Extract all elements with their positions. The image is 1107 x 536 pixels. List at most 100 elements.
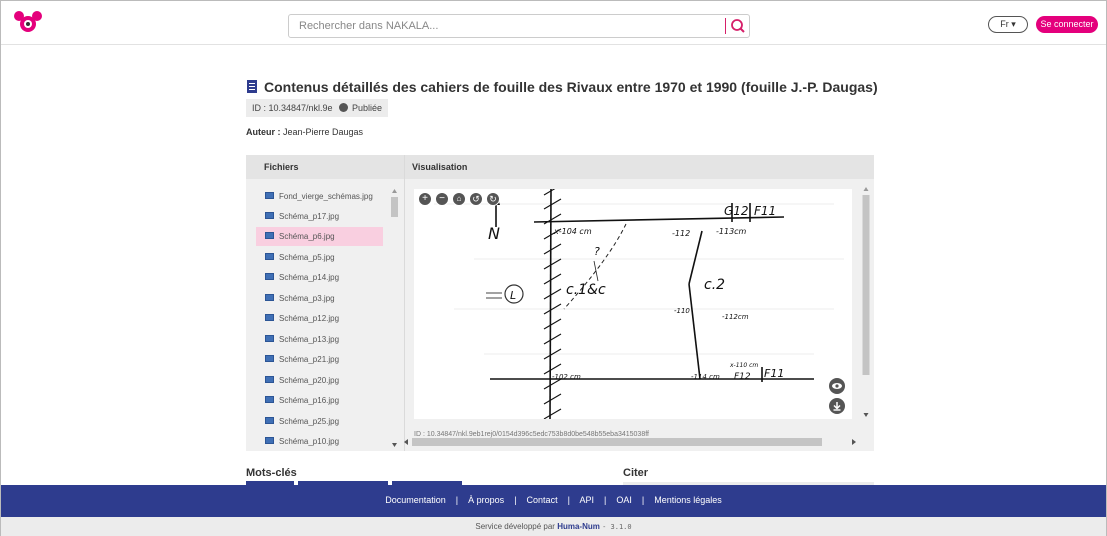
footer: Documentation | À propos | Contact | API… (1, 485, 1106, 517)
panel-divider (404, 155, 405, 451)
sketch-label-f11-top: F11 (754, 204, 776, 218)
image-viewer[interactable]: G12 F11 x-104 cm -112 -113cm c.1&c c.2 ?… (414, 184, 852, 420)
file-item[interactable]: Schéma_p20.jpg (256, 371, 383, 390)
image-file-icon (265, 396, 274, 403)
rotate-left-icon[interactable]: ↺ (469, 192, 483, 206)
sub-footer: Service développé par Huma-Num - 3.1.0 (1, 517, 1106, 536)
footer-separator: | (596, 495, 614, 505)
file-name: Schéma_p25.jpg (279, 417, 340, 426)
file-name: Schéma_p16.jpg (279, 396, 340, 405)
file-name: Schéma_p14.jpg (279, 273, 340, 282)
sketch-label-c1: c.1&c (566, 282, 606, 298)
sketch-label-n: N (488, 224, 500, 243)
file-item[interactable]: Schéma_p13.jpg (256, 330, 383, 349)
sketch-label-g12: G12 (724, 204, 749, 218)
file-name: Schéma_p3.jpg (279, 294, 335, 303)
sketch-label-x113: -113cm (716, 227, 747, 236)
footer-link-about[interactable]: À propos (468, 495, 504, 505)
search-separator (725, 18, 726, 34)
sketch-label-x114: -114 cm (691, 373, 720, 381)
file-name: Schéma_p20.jpg (279, 376, 340, 385)
file-item[interactable]: Schéma_p10.jpg (256, 432, 383, 449)
files-header: Fichiers (264, 162, 299, 172)
image-file-icon (265, 192, 274, 199)
author-line: Auteur : Jean-Pierre Daugas (246, 127, 363, 137)
file-name: Schéma_p13.jpg (279, 335, 340, 344)
footer-link-contact[interactable]: Contact (527, 495, 558, 505)
image-file-icon (265, 273, 274, 280)
sketch-label-x112: -112 (672, 229, 690, 238)
page-title: Contenus détaillés des cahiers de fouill… (246, 79, 878, 95)
sketch-label-x104: x-104 cm (553, 227, 592, 236)
file-list-scrollbar[interactable] (391, 189, 398, 447)
sketch-label-f11: F11 (764, 367, 784, 380)
panel-header: Fichiers Visualisation (246, 155, 874, 179)
file-item[interactable]: Schéma_p14.jpg (256, 268, 383, 287)
file-item-selected[interactable]: Schéma_p6.jpg (256, 227, 383, 246)
sketch-image: G12 F11 x-104 cm -112 -113cm c.1&c c.2 ?… (434, 184, 844, 420)
file-name: Schéma_p10.jpg (279, 437, 340, 446)
image-file-icon (265, 232, 274, 239)
footer-link-documentation[interactable]: Documentation (385, 495, 446, 505)
footer-link-api[interactable]: API (579, 495, 594, 505)
service-prefix: Service développé par (475, 522, 555, 531)
zoom-out-icon[interactable]: − (435, 192, 449, 206)
login-button[interactable]: Se connecter (1036, 16, 1098, 33)
sketch-label-x112b: -112cm (722, 313, 749, 321)
file-list[interactable]: Fond_vierge_schémas.jpg Schéma_p17.jpg S… (256, 187, 399, 449)
search-icon[interactable] (730, 18, 746, 34)
nakala-logo-icon[interactable] (13, 11, 43, 33)
file-item[interactable]: Schéma_p3.jpg (256, 289, 383, 308)
image-file-icon (265, 376, 274, 383)
file-item[interactable]: Schéma_p12.jpg (256, 309, 383, 328)
file-name: Schéma_p17.jpg (279, 212, 340, 221)
file-name: Fond_vierge_schémas.jpg (279, 192, 373, 201)
footer-separator: | (448, 495, 466, 505)
top-bar: Rechercher dans NAKALA... Fr ▾ Se connec… (1, 1, 1106, 45)
sketch-label-x102: -102 cm (552, 373, 581, 381)
file-item[interactable]: Schéma_p17.jpg (256, 207, 383, 226)
search-input[interactable]: Rechercher dans NAKALA... (299, 20, 438, 32)
footer-link-legal[interactable]: Mentions légales (654, 495, 722, 505)
file-item[interactable]: Schéma_p21.jpg (256, 350, 383, 369)
language-select[interactable]: Fr ▾ (988, 16, 1028, 33)
image-file-icon (265, 294, 274, 301)
author-label: Auteur : (246, 127, 281, 137)
viewer-vertical-scrollbar[interactable] (862, 187, 870, 417)
search-box[interactable]: Rechercher dans NAKALA... (288, 14, 750, 38)
file-name: Schéma_p12.jpg (279, 314, 340, 323)
sketch-label-f12: F12 (734, 372, 751, 382)
status-label: Publiée (352, 103, 383, 113)
rotate-right-icon[interactable]: ↻ (486, 192, 500, 206)
viewer-horizontal-scrollbar[interactable] (404, 437, 856, 447)
file-item[interactable]: Schéma_p25.jpg (256, 412, 383, 431)
sketch-label-question: ? (594, 245, 600, 258)
version-label: - 3.1.0 (602, 523, 632, 531)
file-item[interactable]: Schéma_p16.jpg (256, 391, 383, 410)
download-icon[interactable] (829, 398, 845, 414)
image-file-icon (265, 437, 274, 444)
visualisation-header: Visualisation (412, 162, 468, 172)
file-item[interactable]: Schéma_p5.jpg (256, 248, 383, 267)
keywords-heading: Mots-clés (246, 467, 297, 479)
footer-separator: | (506, 495, 525, 505)
zoom-in-icon[interactable]: + (418, 192, 432, 206)
huma-num-link[interactable]: Huma-Num (557, 522, 600, 531)
file-name: Schéma_p21.jpg (279, 355, 340, 364)
record-title: Contenus détaillés des cahiers de fouill… (264, 79, 878, 95)
eye-icon[interactable] (829, 378, 845, 394)
image-file-icon (265, 417, 274, 424)
footer-link-oai[interactable]: OAI (616, 495, 632, 505)
image-file-icon (265, 314, 274, 321)
globe-icon (339, 103, 348, 112)
image-file-icon (265, 335, 274, 342)
footer-separator: | (634, 495, 652, 505)
file-item[interactable]: Fond_vierge_schémas.jpg (256, 187, 383, 206)
footer-separator: | (560, 495, 578, 505)
home-icon[interactable]: ⌂ (452, 192, 466, 206)
sketch-label-l: L (510, 289, 516, 302)
file-name: Schéma_p5.jpg (279, 253, 335, 262)
status-badge: Publiée (333, 99, 389, 117)
document-icon (247, 80, 257, 93)
sketch-label-x110: -110 (674, 307, 690, 315)
